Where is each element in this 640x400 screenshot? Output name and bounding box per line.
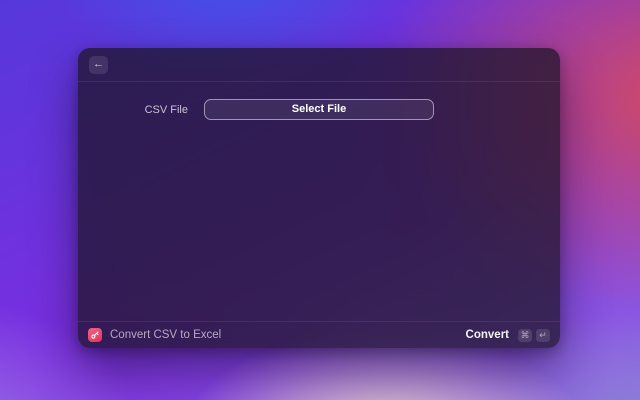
action-bar-right[interactable]: Convert ⌘ ↵ xyxy=(466,328,550,342)
command-title: Convert CSV to Excel xyxy=(110,329,222,341)
window-header: ← xyxy=(78,48,560,82)
raycast-window: ← CSV File Select File Convert CSV to Ex… xyxy=(78,48,560,348)
extension-key-icon xyxy=(88,328,102,342)
csv-file-label: CSV File xyxy=(144,103,188,116)
action-bar: Convert CSV to Excel Convert ⌘ ↵ xyxy=(78,321,560,348)
return-key-icon: ↵ xyxy=(536,328,550,342)
desktop-background: ← CSV File Select File Convert CSV to Ex… xyxy=(0,0,640,400)
command-key-icon: ⌘ xyxy=(518,328,532,342)
convert-action-label[interactable]: Convert xyxy=(466,329,509,341)
form-content: CSV File Select File xyxy=(78,82,560,321)
action-bar-left: Convert CSV to Excel xyxy=(88,328,221,342)
back-arrow-icon: ← xyxy=(93,58,104,70)
select-file-button[interactable]: Select File xyxy=(204,99,434,120)
back-button[interactable]: ← xyxy=(89,55,108,74)
csv-file-form-row: CSV File Select File xyxy=(78,99,560,120)
